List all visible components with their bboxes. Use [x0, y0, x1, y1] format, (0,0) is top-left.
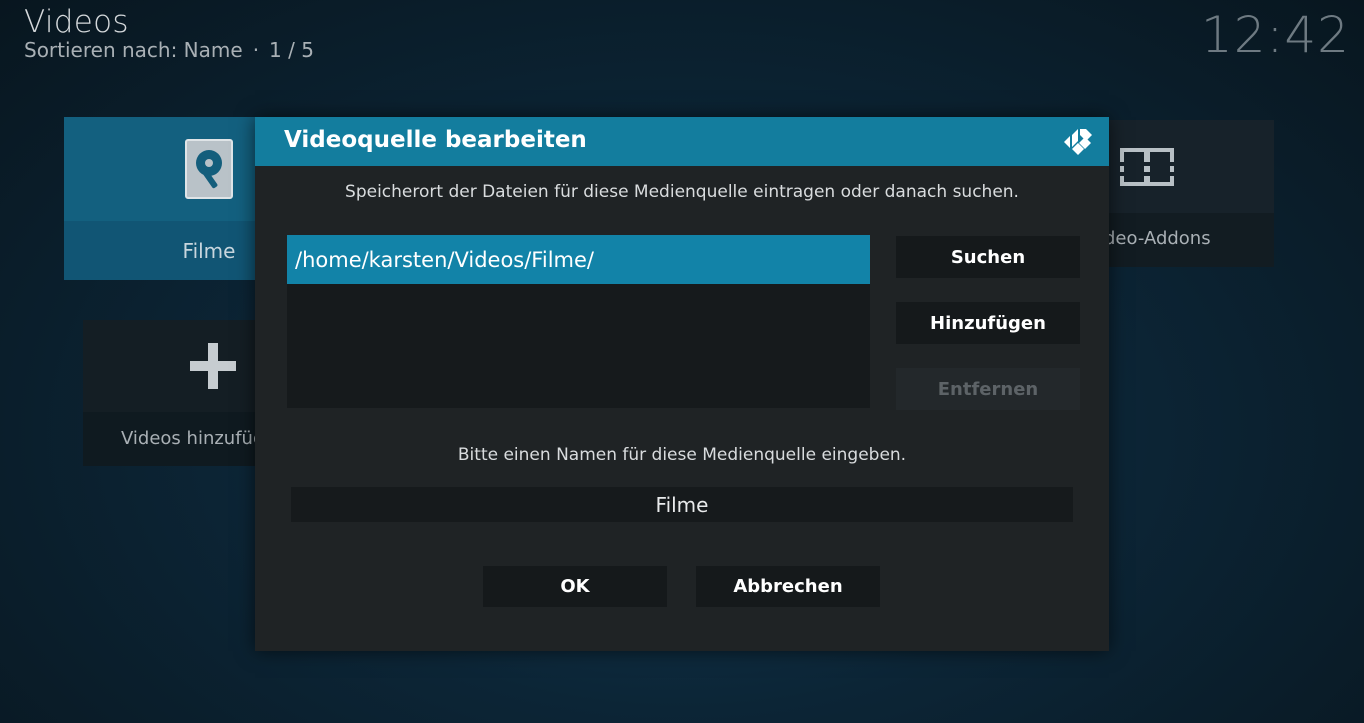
name-instruction: Bitte einen Namen für diese Medienquelle… — [457, 445, 907, 465]
dialog-header: Videoquelle bearbeiten — [255, 117, 1109, 166]
kodi-logo-icon — [1064, 129, 1092, 155]
path-list-item[interactable]: /home/karsten/Videos/Filme/ — [287, 235, 870, 284]
edit-video-source-dialog: Videoquelle bearbeiten Speicherort der D… — [255, 117, 1109, 651]
tile-video-addons-label: deo-Addons — [1104, 228, 1211, 249]
ok-button[interactable]: OK — [483, 566, 667, 607]
add-button[interactable]: Hinzufügen — [896, 302, 1080, 344]
page-title: Videos — [24, 4, 129, 40]
plus-icon — [190, 343, 236, 389]
sort-info: Sortieren nach: Name · 1 / 5 — [24, 38, 314, 62]
separator: · — [252, 38, 260, 62]
source-name-field[interactable]: Filme — [291, 487, 1073, 522]
path-instruction: Speicherort der Dateien für diese Medien… — [345, 182, 1019, 202]
sort-label: Sortieren nach: Name — [24, 38, 243, 62]
remove-button[interactable]: Entfernen — [896, 368, 1080, 410]
cancel-button[interactable]: Abbrechen — [696, 566, 880, 607]
clock: 12:42 — [1200, 6, 1350, 64]
dialog-title: Videoquelle bearbeiten — [284, 127, 587, 153]
tile-add-videos-label: Videos hinzufüg — [121, 428, 265, 449]
hard-drive-icon — [185, 139, 233, 199]
path-list[interactable]: /home/karsten/Videos/Filme/ — [287, 235, 870, 408]
film-strip-icon — [1120, 148, 1174, 186]
page-counter: 1 / 5 — [269, 38, 314, 62]
search-button[interactable]: Suchen — [896, 236, 1080, 278]
